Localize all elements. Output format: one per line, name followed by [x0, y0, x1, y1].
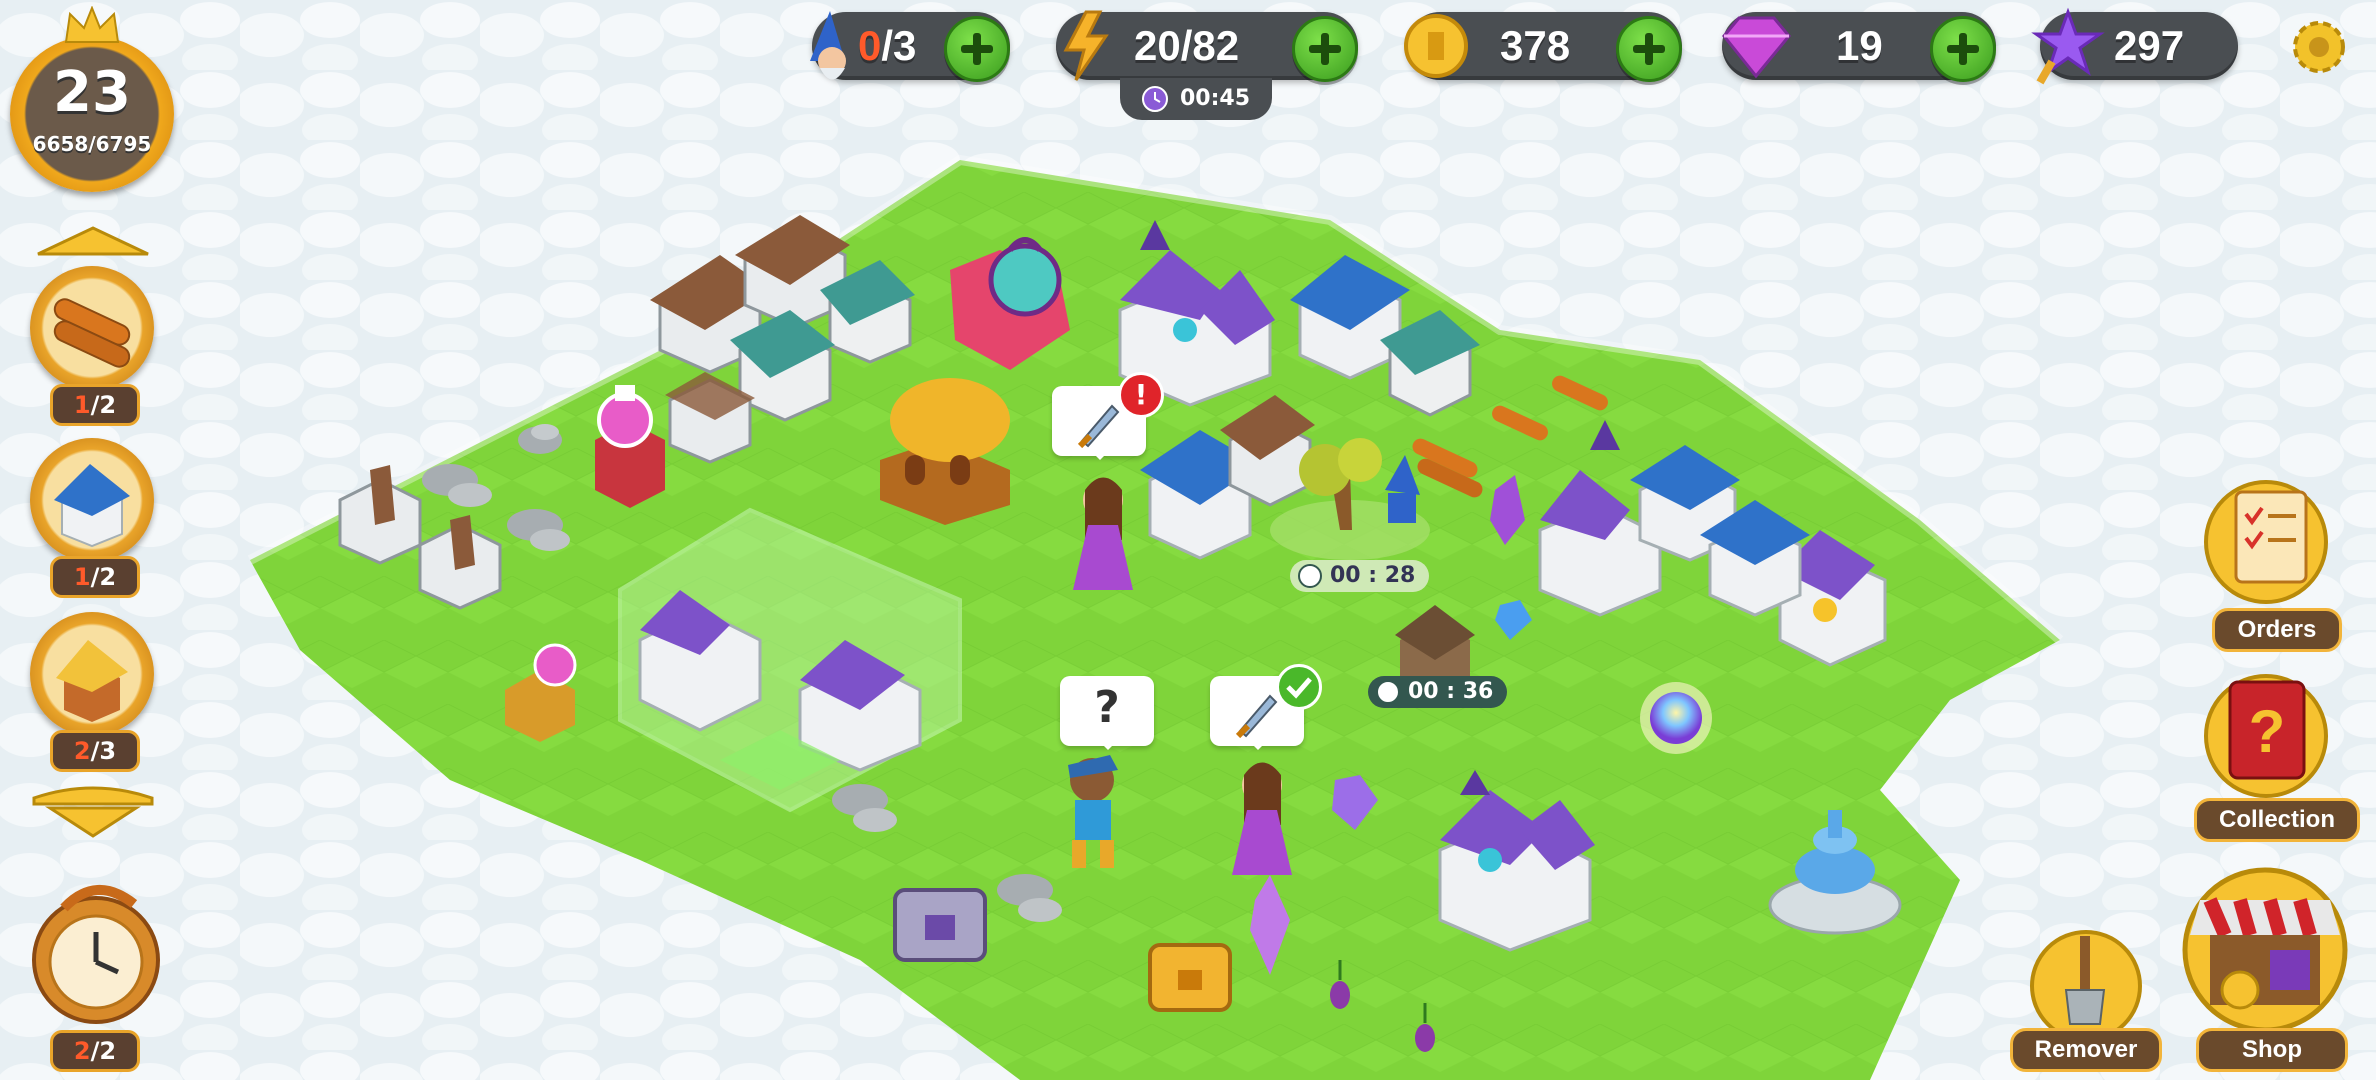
hut-timer: 00 : 36 — [1368, 676, 1508, 708]
logs-icon — [53, 298, 131, 368]
settings-button[interactable] — [2286, 14, 2352, 80]
market-stall-icon — [2182, 867, 2348, 1033]
quest-bubble-question[interactable]: ? — [1060, 676, 1154, 750]
lightning-icon — [1063, 10, 1109, 81]
clock-icon — [1142, 86, 1168, 112]
svg-text:?: ? — [2249, 698, 2286, 765]
level-badge[interactable]: 23 6658/6795 — [10, 6, 174, 192]
collection-label: Collection — [2194, 798, 2360, 842]
alert-badge: ! — [1118, 372, 1164, 418]
add-wizard-button[interactable] — [944, 16, 1010, 82]
thatched-hut-icon — [56, 640, 128, 722]
queue-count-blue-house: 1/2 — [50, 556, 140, 598]
clock-icon — [1298, 564, 1322, 588]
magic-wand-star-icon — [2031, 7, 2105, 85]
gear-icon — [2293, 21, 2345, 73]
collection-button[interactable]: ? — [2196, 660, 2336, 800]
stopwatch-count: 2/2 — [50, 1030, 140, 1072]
queue-item-blue-house[interactable] — [30, 438, 154, 562]
tree-timer: 00 : 28 — [1290, 560, 1430, 592]
energy-timer: 00:45 — [1120, 78, 1272, 120]
stopwatch-icon — [32, 885, 160, 1024]
coin-counter[interactable]: 378 — [1404, 12, 1682, 82]
queue-count-logs: 1/2 — [50, 384, 140, 426]
shop-label: Shop — [2196, 1028, 2348, 1072]
queue-count-thatched-hut: 2/3 — [50, 730, 140, 772]
gem-icon — [1722, 16, 1791, 79]
gem-counter[interactable]: 19 — [1722, 12, 1996, 82]
add-energy-button[interactable] — [1292, 16, 1358, 82]
stopwatch-button[interactable] — [14, 880, 178, 1040]
question-mark: ? — [1094, 682, 1120, 733]
star-counter[interactable]: 297 — [2031, 7, 2238, 85]
scroll-up-button[interactable] — [28, 224, 158, 258]
shovel-icon — [2030, 930, 2142, 1042]
queue-item-thatched-hut[interactable] — [30, 612, 154, 736]
remover-label: Remover — [2010, 1028, 2162, 1072]
treasure-chest-gold[interactable] — [1148, 943, 1232, 1012]
queue-item-logs[interactable] — [30, 266, 154, 390]
scroll-checklist-icon — [2204, 480, 2328, 604]
scroll-down-button[interactable] — [28, 784, 158, 844]
treasure-chest-silver[interactable] — [893, 888, 987, 962]
crown-icon — [64, 6, 120, 43]
blue-house-icon — [54, 464, 130, 548]
coin-icon — [1404, 14, 1468, 78]
game-world[interactable] — [0, 0, 2376, 1080]
add-coins-button[interactable] — [1616, 16, 1682, 82]
wizard-counter[interactable]: 0/3 — [810, 11, 1010, 82]
glowing-gem[interactable] — [1640, 682, 1712, 754]
check-badge — [1276, 664, 1322, 710]
clock-icon — [1376, 680, 1400, 704]
orders-label: Orders — [2212, 608, 2342, 652]
energy-counter[interactable]: 20/82 — [1056, 10, 1358, 82]
add-gems-button[interactable] — [1930, 16, 1996, 82]
book-question-icon: ? — [2204, 674, 2328, 798]
shop-button[interactable] — [2170, 850, 2360, 1040]
orders-button[interactable] — [2196, 466, 2336, 606]
